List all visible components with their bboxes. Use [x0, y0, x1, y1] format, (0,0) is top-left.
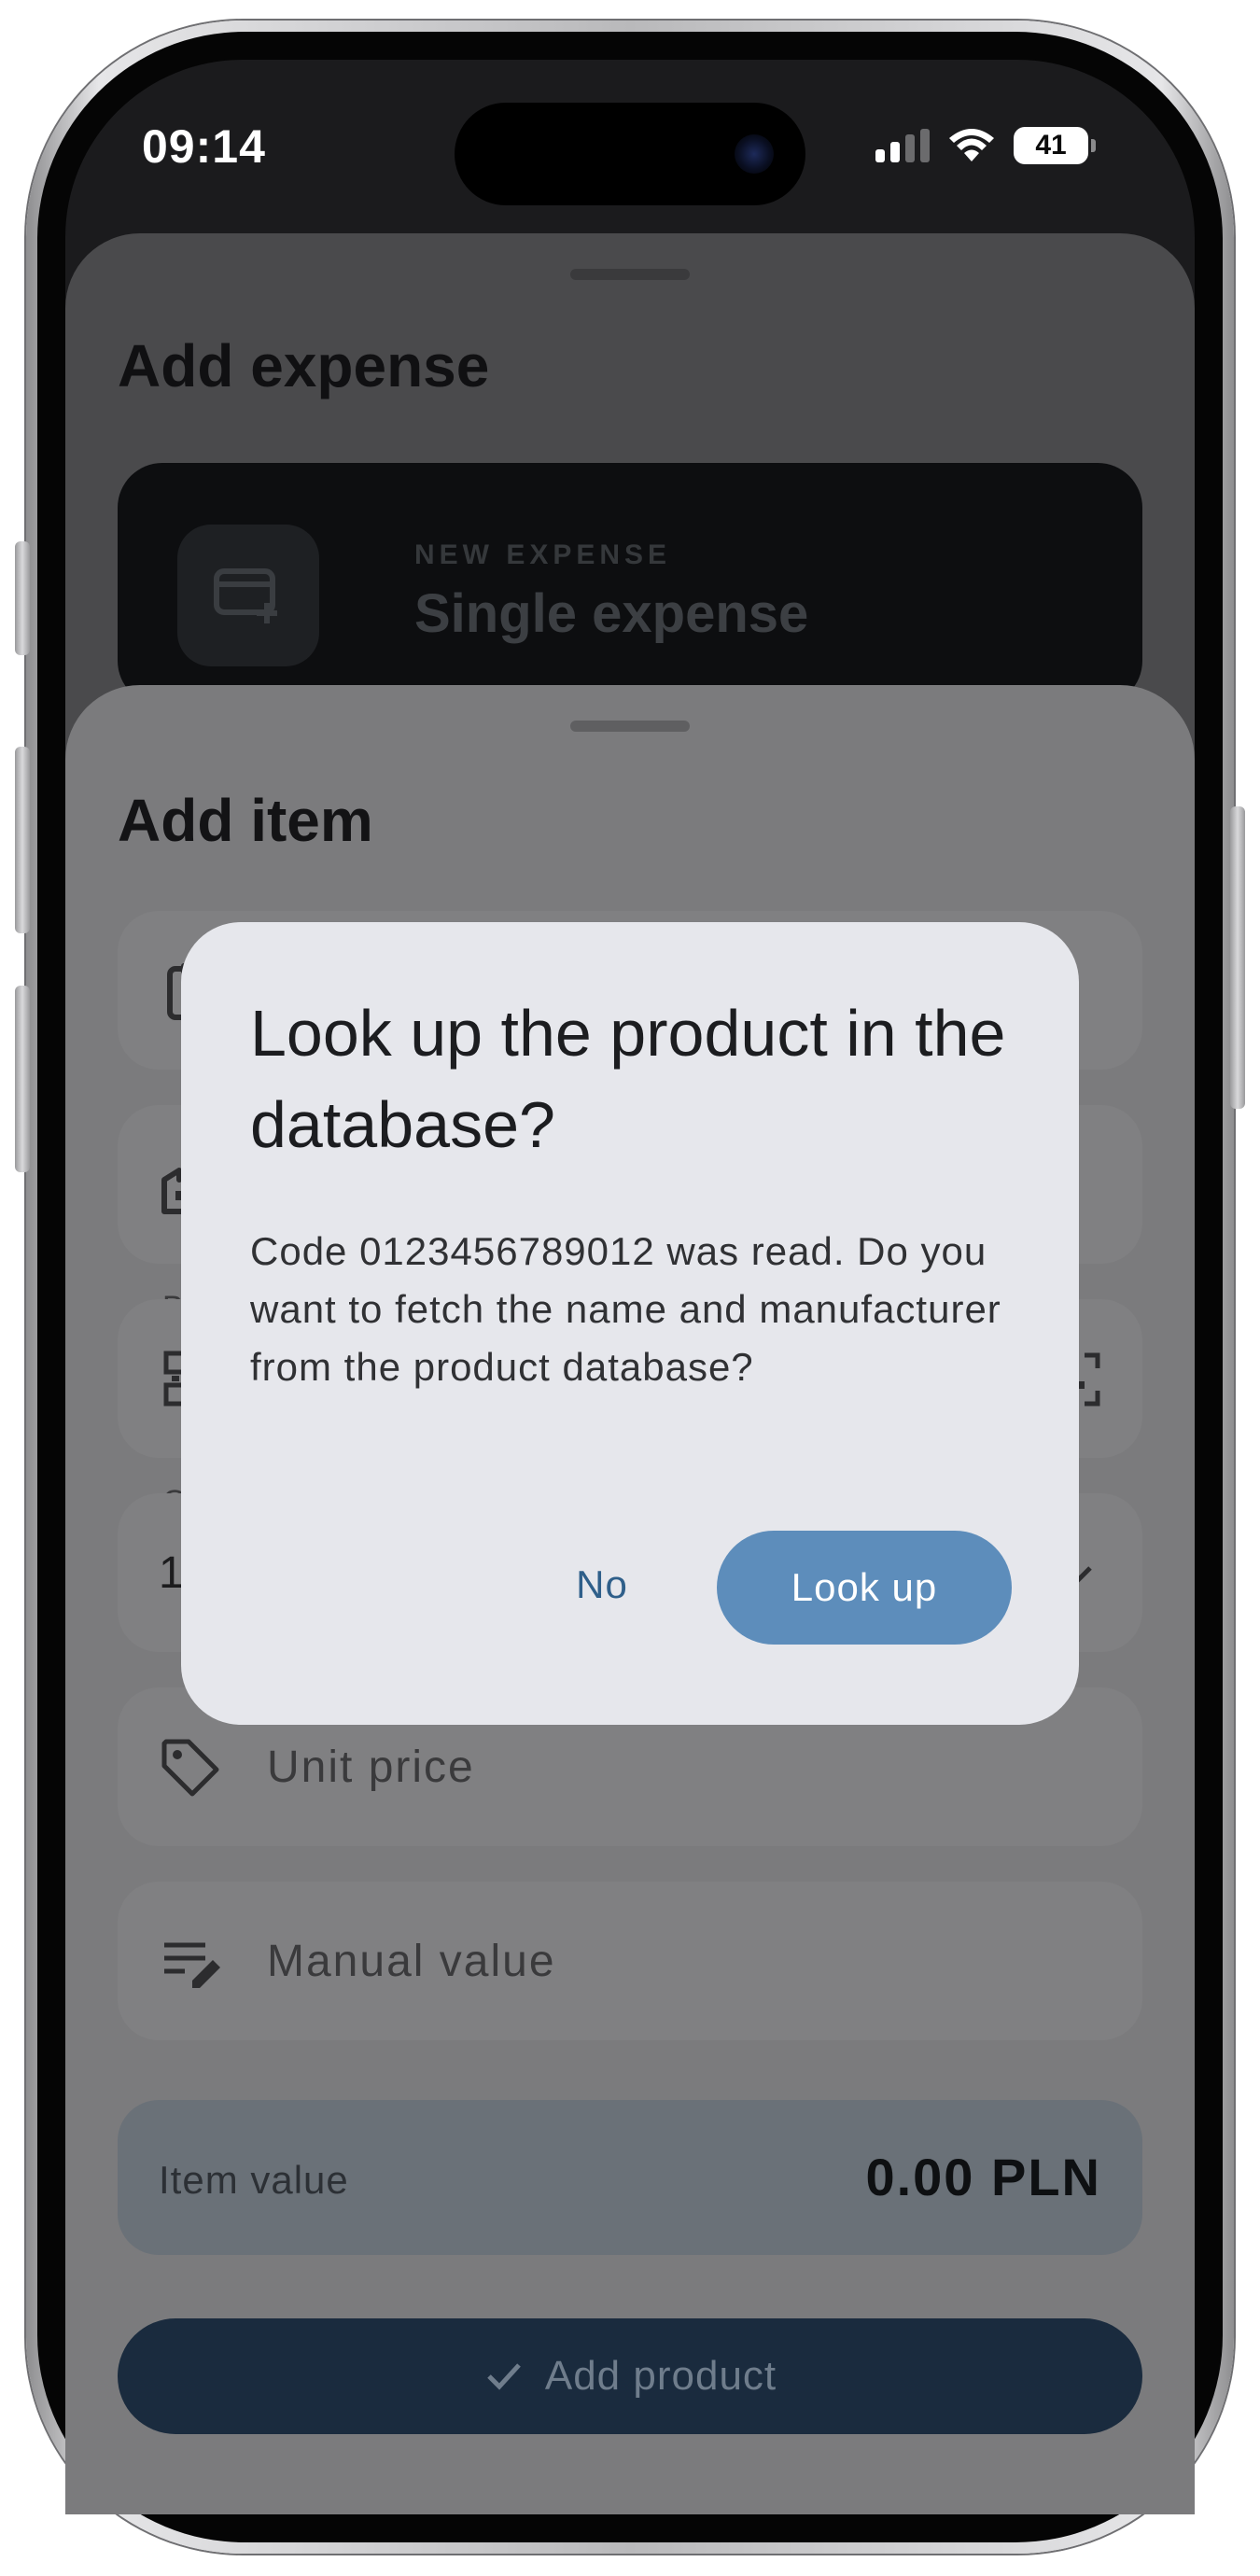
credit-card-plus-icon: [177, 525, 319, 666]
sheet-grabber[interactable]: [570, 721, 690, 732]
front-camera: [735, 134, 774, 174]
battery-icon: 41: [1014, 127, 1096, 164]
look-up-button[interactable]: Look up: [717, 1531, 1012, 1645]
add-product-label: Add product: [544, 2353, 777, 2399]
action-button: [15, 541, 30, 655]
item-value-summary: Item value 0.00 PLN: [118, 2100, 1142, 2255]
item-value-label: Item value: [159, 2158, 349, 2202]
add-product-button[interactable]: Add product: [118, 2318, 1142, 2434]
volume-up-button: [15, 747, 30, 933]
expense-card-name: Single expense: [414, 583, 809, 644]
dialog-title: Look up the product in the database?: [250, 997, 1006, 1161]
no-button[interactable]: No: [541, 1529, 663, 1641]
manual-value-placeholder: Manual value: [267, 1937, 556, 1986]
wifi-icon: [949, 129, 994, 161]
lookup-dialog: Look up the product in the database? Cod…: [181, 922, 1079, 1725]
status-time: 09:14: [142, 120, 266, 173]
sheet-grabber[interactable]: [570, 269, 690, 280]
edit-note-icon: [164, 1942, 220, 1988]
check-icon: [487, 2363, 521, 2390]
unit-price-placeholder: Unit price: [267, 1743, 475, 1792]
expense-card-kicker: NEW EXPENSE: [414, 539, 672, 570]
volume-down-button: [15, 986, 30, 1172]
expense-type-card[interactable]: NEW EXPENSE Single expense: [118, 463, 1142, 706]
tag-icon: [161, 1739, 219, 1797]
quantity-value: 1: [159, 1548, 184, 1598]
dialog-body: Code 0123456789012 was read. Do you want…: [250, 1229, 1001, 1389]
manual-value-field[interactable]: Manual value: [118, 1882, 1142, 2040]
item-value-amount: 0.00 PLN: [865, 2148, 1101, 2206]
cellular-signal-icon: [875, 129, 930, 162]
sheet-title: Add expense: [118, 332, 490, 399]
status-icons: 41: [875, 127, 1096, 164]
sheet-title: Add item: [118, 787, 373, 854]
dynamic-island: [455, 103, 805, 205]
power-button: [1230, 806, 1245, 1109]
